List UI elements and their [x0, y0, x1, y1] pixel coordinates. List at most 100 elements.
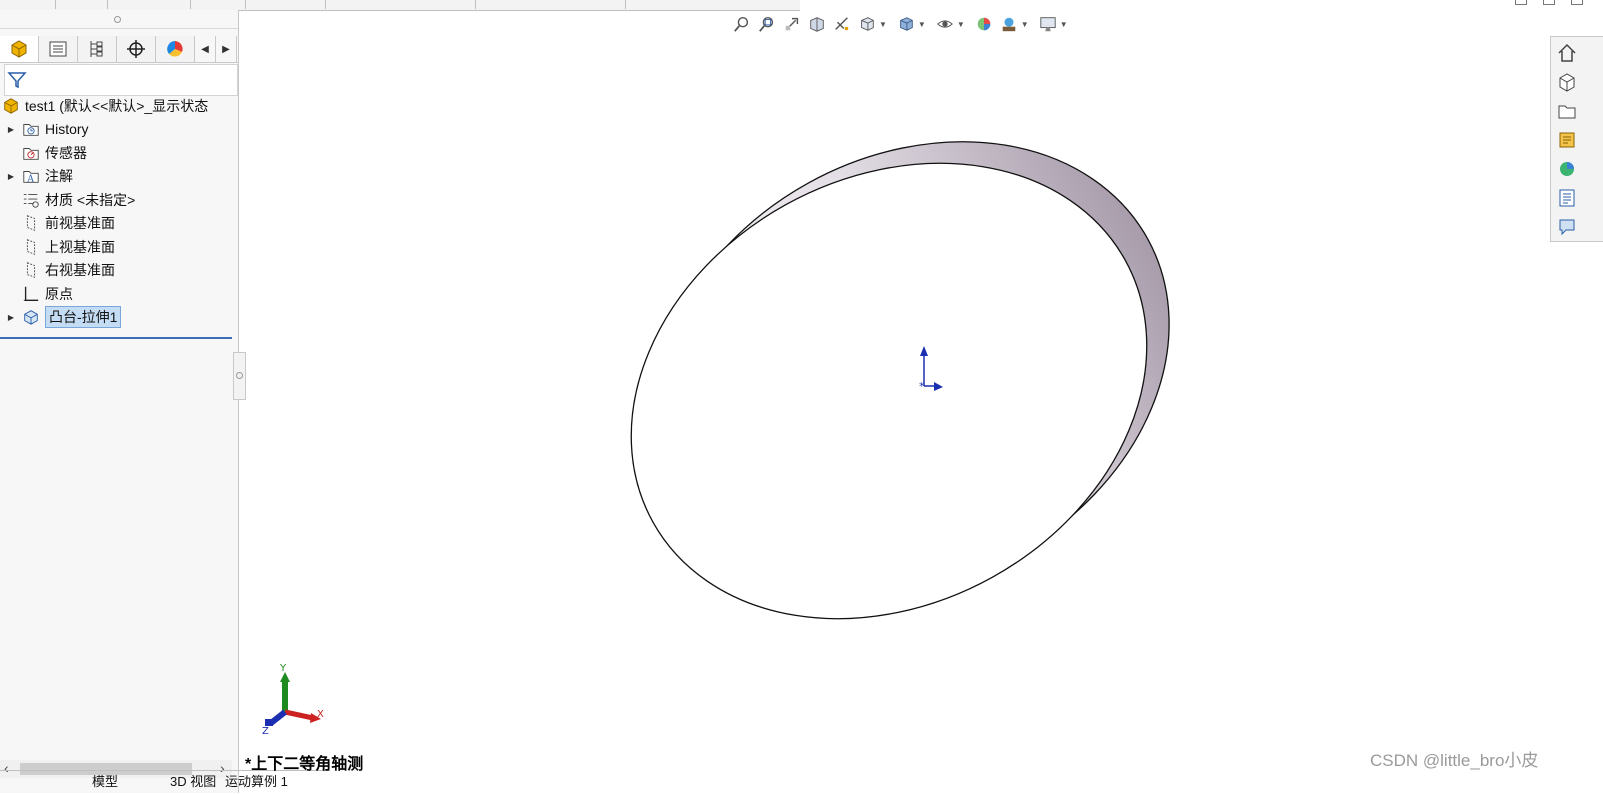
command-tab[interactable] — [245, 0, 326, 9]
minimize-icon[interactable] — [1515, 0, 1527, 5]
disk-front-face[interactable] — [550, 74, 1229, 708]
custom-properties-icon — [1559, 189, 1575, 207]
panel-collapse-handle[interactable] — [233, 352, 246, 400]
command-tab[interactable] — [325, 0, 476, 9]
svg-text:A: A — [26, 175, 34, 185]
forum-icon — [1559, 219, 1575, 236]
edit-appearance-icon[interactable] — [974, 14, 994, 34]
zoom-to-fit-icon[interactable] — [732, 14, 752, 34]
tree-item-front-plane[interactable]: 前视基准面 — [0, 212, 238, 236]
extrude-icon — [22, 308, 40, 326]
task-pane-tabs — [1550, 36, 1603, 242]
panel-grip[interactable] — [0, 10, 238, 29]
plane-icon — [22, 238, 40, 256]
chevron-down-icon[interactable]: ▼ — [957, 20, 965, 29]
home-icon — [1558, 43, 1576, 62]
apply-scene-icon[interactable] — [999, 14, 1019, 34]
grip-dot-icon — [236, 372, 243, 379]
tree-filter[interactable] — [4, 64, 238, 96]
chevron-down-icon[interactable]: ▼ — [1060, 20, 1068, 29]
chevron-down-icon[interactable]: ▼ — [1021, 20, 1029, 29]
file-explorer-tab[interactable] — [1557, 98, 1577, 124]
tree-item-label: 上视基准面 — [45, 238, 115, 255]
restore-icon[interactable] — [1543, 0, 1555, 5]
hide-show-items-icon[interactable] — [935, 14, 955, 34]
annotation-folder-icon: A — [22, 167, 40, 185]
tree-item-label: 原点 — [45, 285, 73, 302]
tree-item-label: 右视基准面 — [45, 262, 115, 279]
rollback-bar[interactable] — [0, 337, 232, 339]
plane-icon — [22, 214, 40, 232]
tree-item-origin[interactable]: 原点 — [0, 282, 238, 306]
appearances-icon — [1560, 162, 1574, 176]
featuremanager-tab[interactable] — [0, 36, 39, 62]
dimxpert-tab[interactable] — [117, 36, 156, 62]
tree-item-label: 材质 <未指定> — [45, 191, 136, 208]
solidworks-resources-tab[interactable] — [1557, 40, 1577, 66]
expand-arrow-icon[interactable]: ▶ — [6, 313, 16, 322]
expand-arrow-icon[interactable]: ▶ — [6, 172, 16, 181]
tree-item-top-plane[interactable]: 上视基准面 — [0, 235, 238, 259]
view-palette-icon — [1559, 132, 1575, 148]
view-settings-icon[interactable] — [1038, 14, 1058, 34]
displaymanager-icon — [167, 41, 183, 57]
propertymanager-tab[interactable] — [39, 36, 78, 62]
tab-3d-views[interactable]: 3D 视图 — [170, 771, 216, 790]
feature-manager-panel: ◀ ▶ test1 (默认<<默认>_显示状态 ▶ History 传感器 ▶ … — [0, 10, 239, 793]
previous-view-icon[interactable] — [782, 14, 802, 34]
command-tab[interactable] — [107, 0, 191, 9]
display-style-icon[interactable] — [896, 14, 916, 34]
chevron-down-icon[interactable]: ▼ — [879, 20, 887, 29]
command-tab[interactable] — [0, 0, 56, 9]
dimxpert-icon — [127, 40, 145, 58]
appearances-tab[interactable] — [1557, 156, 1577, 182]
tab-scroll-right-icon[interactable]: ▶ — [216, 36, 237, 62]
expand-arrow-icon[interactable]: ▶ — [6, 125, 16, 134]
section-view-icon[interactable] — [807, 14, 827, 34]
folder-icon — [1558, 105, 1576, 119]
part-icon — [2, 97, 20, 115]
axis-z-label: Z — [262, 726, 269, 735]
tree-item-boss-extrude[interactable]: ▶ 凸台-拉伸1 — [0, 306, 238, 330]
window-controls — [1515, 0, 1583, 6]
command-tab[interactable] — [475, 0, 626, 9]
filter-icon — [7, 72, 27, 89]
tree-item-sensors[interactable]: 传感器 — [0, 141, 238, 165]
view-orientation-label: *上下二等角轴测 — [245, 756, 364, 773]
dynamic-annotation-views-icon[interactable] — [832, 14, 852, 34]
manager-tabs: ◀ ▶ — [0, 36, 238, 63]
tree-item-label: 传感器 — [45, 144, 87, 161]
forum-tab[interactable] — [1557, 214, 1577, 240]
featuremanager-icon — [11, 40, 27, 58]
command-tab[interactable] — [55, 0, 108, 9]
feature-tree: test1 (默认<<默认>_显示状态 ▶ History 传感器 ▶ A 注解… — [0, 94, 238, 329]
chevron-down-icon[interactable]: ▼ — [918, 20, 926, 29]
tree-item-material[interactable]: 材质 <未指定> — [0, 188, 238, 212]
configurationmanager-icon — [90, 41, 103, 57]
axis-y-label: Y — [279, 663, 287, 674]
tree-item-label: 凸台-拉伸1 — [45, 306, 122, 329]
tree-item-right-plane[interactable]: 右视基准面 — [0, 259, 238, 283]
history-folder-icon — [22, 120, 40, 138]
tree-root-label: test1 (默认<<默认>_显示状态 — [25, 97, 209, 114]
design-library-tab[interactable] — [1557, 69, 1577, 95]
command-tab[interactable] — [190, 0, 246, 9]
tree-item-annotations[interactable]: ▶ A 注解 — [0, 165, 238, 189]
watermark: CSDN @little_bro小皮 — [1370, 751, 1539, 770]
custom-properties-tab[interactable] — [1557, 185, 1577, 211]
tree-root-part[interactable]: test1 (默认<<默认>_显示状态 — [0, 94, 238, 118]
view-palette-tab[interactable] — [1557, 127, 1577, 153]
tab-model[interactable]: 模型 — [92, 771, 118, 790]
zoom-to-area-icon[interactable] — [757, 14, 777, 34]
configurationmanager-tab[interactable] — [78, 36, 117, 62]
reference-triad[interactable]: Y X Z — [255, 660, 330, 735]
disk-back-face[interactable] — [572, 52, 1251, 686]
displaymanager-tab[interactable] — [156, 36, 195, 62]
close-icon[interactable] — [1571, 0, 1583, 5]
view-orientation-icon[interactable] — [857, 14, 877, 34]
tree-item-history[interactable]: ▶ History — [0, 118, 238, 142]
design-library-icon — [1559, 73, 1575, 92]
sensor-folder-icon — [22, 144, 40, 162]
svg-text:*: * — [919, 380, 925, 393]
tab-scroll-left-icon[interactable]: ◀ — [195, 36, 216, 62]
